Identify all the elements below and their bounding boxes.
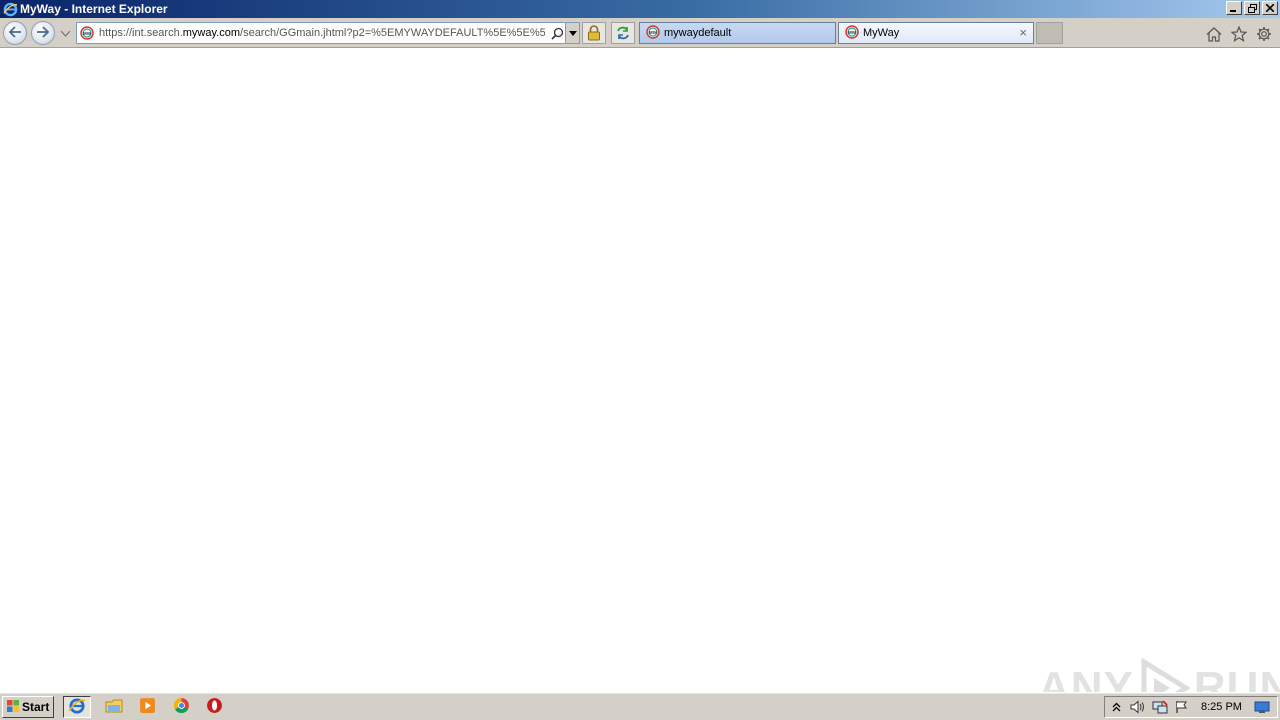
restore-icon[interactable] [1244,1,1260,15]
chrome-icon [173,697,190,717]
myway-favicon-icon: MW [845,24,859,42]
taskbar-media-player[interactable] [133,696,161,718]
forward-button[interactable] [31,21,55,45]
clock[interactable]: 8:25 PM [1201,701,1249,713]
svg-text:MW: MW [649,30,658,35]
folder-icon [105,698,123,717]
home-icon[interactable] [1204,24,1224,44]
browser-toolbar: MW https://int.search.myway.com/search/G… [0,18,1280,48]
page-content[interactable]: ANY RUN [0,48,1280,718]
system-tray: 8:25 PM [1104,696,1278,718]
start-label: Start [22,700,50,714]
recent-pages-dropdown[interactable] [59,28,71,40]
gear-icon[interactable] [1254,24,1274,44]
volume-icon[interactable] [1127,697,1149,717]
address-bar[interactable]: MW https://int.search.myway.com/search/G… [76,22,580,44]
start-button[interactable]: Start [2,696,54,718]
taskbar: Start 8:25 PM [0,692,1280,720]
internet-explorer-icon [2,1,18,17]
star-icon[interactable] [1229,24,1249,44]
url-rest: /search/GGmain.jhtml?p2=%5EMYWAYDEFAULT%… [240,27,545,39]
action-center-flag-icon[interactable] [1171,697,1193,717]
tab-label: MyWay [863,27,900,39]
refresh-icon[interactable] [611,22,635,44]
back-arrow-icon [8,25,22,41]
taskbar-opera[interactable] [200,696,228,718]
myway-favicon-icon: MW [80,26,94,43]
new-tab-button[interactable] [1036,22,1063,44]
url-domain: myway.com [182,27,241,39]
windows-logo-icon [6,699,20,716]
tab-mywaydefault[interactable]: MW mywaydefault [639,22,836,44]
search-icon[interactable] [549,25,565,41]
network-icon[interactable] [1149,697,1171,717]
address-dropdown-icon[interactable] [565,23,579,43]
tab-label: mywaydefault [664,27,732,39]
internet-explorer-icon [68,697,86,718]
opera-icon [206,697,223,717]
window-titlebar[interactable]: MyWay - Internet Explorer [0,0,1280,18]
show-hidden-icons-icon[interactable] [1105,697,1127,717]
window-title: MyWay - Internet Explorer [20,2,168,16]
show-desktop-icon[interactable] [1253,699,1271,715]
taskbar-internet-explorer[interactable] [63,696,91,718]
svg-text:MW: MW [848,30,857,35]
back-button[interactable] [3,21,27,45]
url-prefix: https://int.search. [99,27,183,39]
lock-icon[interactable] [582,22,606,44]
taskbar-chrome[interactable] [167,696,195,718]
close-icon[interactable] [1262,1,1278,15]
myway-favicon-icon: MW [646,24,660,42]
tab-myway[interactable]: MW MyWay × [838,22,1034,44]
media-player-icon [139,697,156,717]
url-text[interactable]: https://int.search.myway.com/search/GGma… [99,23,545,43]
tab-close-icon[interactable]: × [1019,26,1027,40]
forward-arrow-icon [36,25,50,41]
taskbar-windows-explorer[interactable] [100,696,128,718]
svg-text:MW: MW [83,31,92,36]
minimize-icon[interactable] [1226,1,1242,15]
